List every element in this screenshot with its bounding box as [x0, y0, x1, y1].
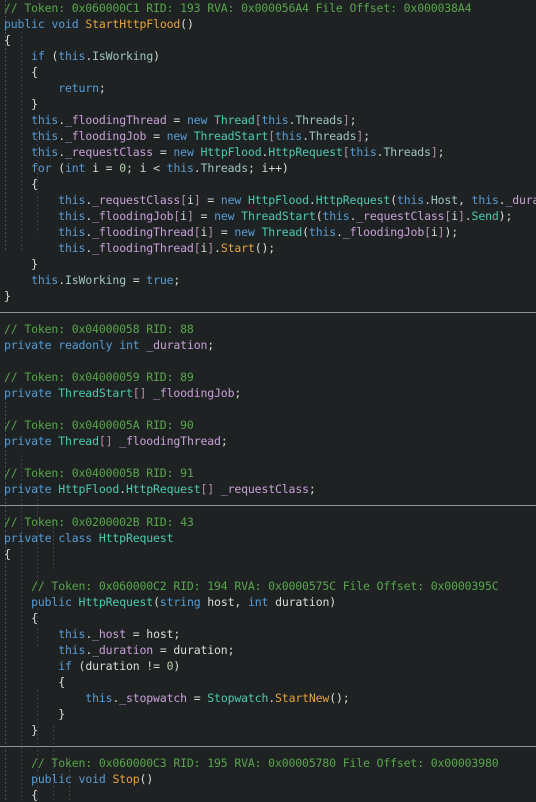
member-block[interactable]: // Token: 0x04000058 RID: 88 private read… [0, 321, 536, 353]
code-line[interactable]: { [0, 787, 536, 802]
code-line[interactable]: } [0, 706, 536, 722]
token-comment: // Token: 0x060000C3 RID: 195 RVA: 0x000… [31, 756, 499, 770]
code-line[interactable]: { [0, 674, 536, 690]
member-gap [0, 401, 536, 417]
code-line[interactable]: this.IsWorking = true; [0, 272, 536, 288]
token-comment: // Token: 0x060000C1 RID: 193 RVA: 0x000… [4, 1, 472, 15]
token-comment: // Token: 0x04000058 RID: 88 [4, 322, 194, 336]
code-line[interactable]: private class HttpRequest [0, 530, 536, 546]
code-line[interactable]: private ThreadStart[] _floodingJob; [0, 385, 536, 401]
code-line[interactable]: } [0, 96, 536, 112]
member-block[interactable]: // Token: 0x04000059 RID: 89 private Thre… [0, 369, 536, 401]
code-line[interactable]: this._floodingJob = new ThreadStart[this… [0, 128, 536, 144]
member-gap [0, 497, 536, 505]
code-line[interactable]: public void Stop() [0, 771, 536, 787]
token-comment: // Token: 0x04000059 RID: 89 [4, 370, 194, 384]
code-line[interactable]: this._duration = duration; [0, 642, 536, 658]
token-comment: // Token: 0x0400005B RID: 91 [4, 466, 194, 480]
code-line[interactable]: private readonly int _duration; [0, 337, 536, 353]
member-gap [0, 304, 536, 312]
member-gap [0, 747, 536, 755]
code-line[interactable]: this._requestClass[i] = new HttpFlood.Ht… [0, 192, 536, 208]
code-line[interactable]: this._floodingJob[i] = new ThreadStart(t… [0, 208, 536, 224]
code-line[interactable]: public HttpRequest(string host, int dura… [0, 594, 536, 610]
code-line[interactable]: { [0, 64, 536, 80]
member-block[interactable]: // Token: 0x060000C1 RID: 193 RVA: 0x000… [0, 0, 536, 304]
code-line[interactable]: { [0, 546, 536, 562]
member-block[interactable]: // Token: 0x0400005A RID: 90 private Thre… [0, 417, 536, 449]
member-gap [0, 506, 536, 514]
code-line[interactable]: private Thread[] _floodingThread; [0, 433, 536, 449]
member-block[interactable]: // Token: 0x0200002B RID: 43 private clas… [0, 514, 536, 562]
token-comment: // Token: 0x0400005A RID: 90 [4, 418, 194, 432]
token-comment: // Token: 0x060000C2 RID: 194 RVA: 0x000… [31, 579, 499, 593]
code-line[interactable]: public void StartHttpFlood() [0, 16, 536, 32]
code-line[interactable]: this._stopwatch = Stopwatch.StartNew(); [0, 690, 536, 706]
code-line[interactable]: this._floodingThread[i] = new Thread(thi… [0, 224, 536, 240]
code-line[interactable]: { [0, 176, 536, 192]
member-gap [0, 313, 536, 321]
code-line[interactable]: for (int i = 0; i < this.Threads; i++) [0, 160, 536, 176]
code-line[interactable]: this._floodingThread = new Thread[this.T… [0, 112, 536, 128]
code-line[interactable]: return; [0, 80, 536, 96]
member-block[interactable]: // Token: 0x060000C3 RID: 195 RVA: 0x000… [0, 755, 536, 802]
code-line[interactable]: } [0, 288, 536, 304]
member-block[interactable]: // Token: 0x060000C2 RID: 194 RVA: 0x000… [0, 578, 536, 738]
code-line[interactable]: this._requestClass = new HttpFlood.HttpR… [0, 144, 536, 160]
code-line[interactable]: this._floodingThread[i].Start(); [0, 240, 536, 256]
code-line[interactable]: if (duration != 0) [0, 658, 536, 674]
member-gap [0, 353, 536, 369]
code-body: // Token: 0x060000C1 RID: 193 RVA: 0x000… [0, 0, 536, 802]
decompiler-code-view[interactable]: // Token: 0x060000C1 RID: 193 RVA: 0x000… [0, 0, 536, 802]
code-line[interactable]: if (this.IsWorking) [0, 48, 536, 64]
member-gap [0, 449, 536, 465]
code-line[interactable]: } [0, 722, 536, 738]
token-comment: // Token: 0x0200002B RID: 43 [4, 515, 194, 529]
code-line[interactable]: { [0, 32, 536, 48]
member-gap [0, 562, 536, 578]
member-block[interactable]: // Token: 0x0400005B RID: 91 private Http… [0, 465, 536, 497]
member-gap [0, 738, 536, 746]
code-line[interactable]: private HttpFlood.HttpRequest[] _request… [0, 481, 536, 497]
code-line[interactable]: { [0, 610, 536, 626]
code-line[interactable]: } [0, 256, 536, 272]
code-line[interactable]: this._host = host; [0, 626, 536, 642]
